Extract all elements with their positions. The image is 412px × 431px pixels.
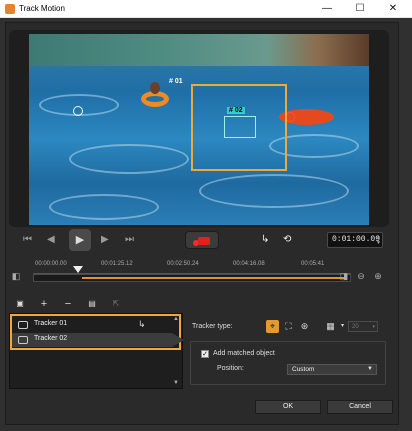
track-motion-button[interactable] [185, 231, 219, 249]
timeline-end-icon[interactable]: ◨ [339, 271, 349, 281]
scroll-up-icon[interactable]: ▲ [173, 316, 179, 322]
ok-button[interactable]: OK [255, 400, 321, 414]
tracker-01-target-icon[interactable] [73, 106, 83, 116]
dialog-footer: OK Cancel [5, 400, 399, 414]
water-ripple [199, 174, 349, 208]
timecode-field[interactable]: 0:01:00.09 ▲ ▼ [327, 232, 383, 248]
video-preview[interactable]: # 01 # 02 [29, 34, 369, 225]
timeline-start-icon[interactable]: ◧ [11, 271, 21, 281]
home-icon[interactable]: ⏮ [23, 233, 32, 247]
chevron-down-icon: ▼ [367, 366, 373, 372]
timeline-tick: 00:01:25.12 [101, 261, 133, 267]
tracker-icon [18, 321, 28, 329]
timeline-tick: 00:00:00.00 [35, 261, 67, 267]
timeline-tick: 00:02:50.24 [167, 261, 199, 267]
path-icon: ↳ [138, 319, 146, 329]
pool-background [29, 34, 369, 66]
tracker-label: Tracker 01 [34, 320, 68, 327]
zoom-out-icon[interactable]: ⊖ [356, 271, 366, 281]
tracker-list-item-selected[interactable]: Tracker 02 [12, 333, 184, 347]
playback-controls: ⏮ ◀ ▶ ▶ ⏭ ↳ ⟲ 0:01:00.09 ▲ ▼ [9, 229, 389, 251]
timeline-scrubber[interactable] [33, 274, 351, 282]
timecode-spinner-icon[interactable]: ▲ ▼ [377, 234, 380, 246]
history-icon[interactable]: ⟲ [283, 233, 291, 247]
tracker-list-item[interactable]: Tracker 01 ↳ [12, 318, 172, 332]
water-ripple [49, 194, 159, 220]
timeline-tick: 00:05:41 [301, 261, 325, 267]
position-label: Position: [217, 365, 244, 372]
path-icon[interactable]: ↳ [261, 233, 269, 247]
camera-icon [198, 237, 210, 245]
add-icon[interactable]: + [37, 297, 51, 311]
tracker-area-box[interactable] [224, 116, 256, 138]
size-spinner-icon[interactable]: ▾ [372, 322, 375, 332]
step-back-icon[interactable]: ◀ [47, 233, 55, 247]
tracker-icon [18, 336, 28, 344]
tracker-label: Tracker 02 [34, 335, 68, 342]
position-value: Custom [292, 366, 315, 373]
playhead-marker[interactable] [73, 266, 83, 273]
position-dropdown[interactable]: Custom ▼ [287, 364, 377, 375]
matched-object-group: ✓ Add matched object Position: Custom ▼ [190, 341, 386, 385]
tracked-range [82, 277, 344, 279]
zoom-in-icon[interactable]: ⊕ [373, 271, 383, 281]
tracker-list-icon[interactable]: ▣ [13, 297, 27, 311]
timecode-value: 0:01:00.09 [332, 235, 381, 244]
play-icon: ▶ [75, 234, 85, 246]
window-title: Track Motion [19, 4, 65, 13]
size-value: 20 [352, 324, 359, 330]
tracker-properties: Tracker type: ⌖ ⛶ ⊛ ▦ ▾ 20 ▾ ✓ Add match… [186, 313, 390, 389]
swimmer [150, 82, 160, 94]
size-stepper[interactable]: 20 ▾ [348, 321, 378, 332]
scroll-down-icon[interactable]: ▼ [173, 380, 179, 386]
title-bar: Track Motion — ☐ ✕ [0, 0, 412, 18]
rename-icon[interactable]: ▤ [85, 297, 99, 311]
tracker-tag-02: # 02 [227, 107, 245, 114]
timeline-tick: 00:04:16.08 [233, 261, 265, 267]
tracker-toolbar: ▣ + − ▤ ⇱ [9, 296, 173, 312]
remove-icon[interactable]: − [61, 297, 75, 311]
play-button[interactable]: ▶ [69, 229, 91, 251]
export-icon[interactable]: ⇱ [109, 297, 123, 311]
multipoint-tracker-icon[interactable]: ⊛ [298, 320, 311, 333]
add-matched-object-checkbox[interactable]: ✓ [201, 350, 209, 358]
tracker-type-label: Tracker type: [192, 323, 233, 330]
minimize-button[interactable]: — [310, 0, 344, 18]
maximize-button[interactable]: ☐ [343, 0, 377, 18]
app-icon [5, 4, 15, 14]
area-tracker-icon[interactable]: ⛶ [282, 320, 295, 333]
close-button[interactable]: ✕ [376, 0, 410, 18]
video-preview-area: # 01 # 02 [9, 30, 389, 227]
cancel-button[interactable]: Cancel [327, 400, 393, 414]
water-ripple [69, 144, 189, 174]
point-tracker-icon[interactable]: ⌖ [266, 320, 279, 333]
end-icon[interactable]: ⏭ [125, 233, 134, 247]
tracker-list: Tracker 01 ↳ Tracker 02 ▲ ▼ [9, 313, 184, 389]
timeline: ◧ 00:00:00.00 00:01:25.12 00:02:50.24 00… [9, 258, 389, 288]
step-forward-icon[interactable]: ▶ [101, 233, 109, 247]
add-matched-object-label: Add matched object [213, 350, 275, 357]
tracker-tag-01: # 01 [169, 78, 183, 85]
